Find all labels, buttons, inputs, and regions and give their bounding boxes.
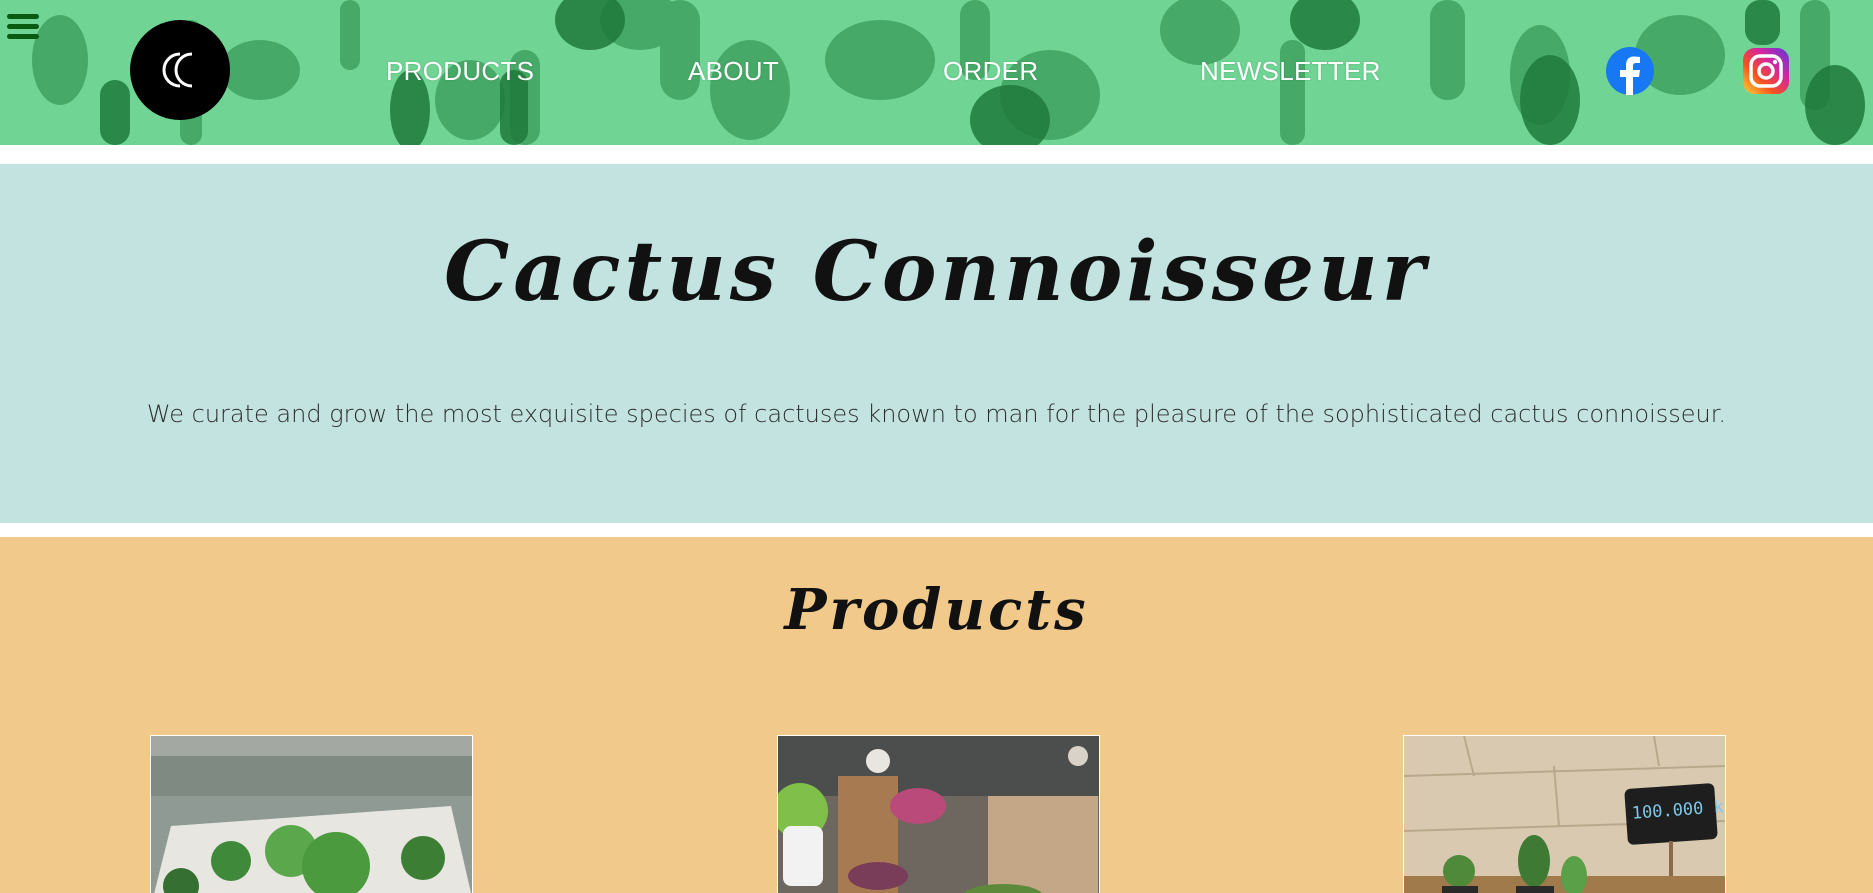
site-logo[interactable] [130, 20, 230, 120]
product-card-3[interactable]: 100.000 kiP [1403, 735, 1726, 893]
products-title: Products [784, 577, 1089, 643]
cactus-price-sign-photo: 100.000 kiP [1404, 736, 1725, 893]
nav-about-link[interactable]: ABOUT [688, 56, 779, 87]
hero-section: Cactus Connoisseur We curate and grow th… [0, 164, 1873, 523]
plant-shelf-photo [778, 736, 1099, 893]
product-card-2[interactable] [777, 735, 1100, 893]
nav-newsletter-link[interactable]: NEWSLETTER [1200, 56, 1381, 87]
nav-order-link[interactable]: ORDER [943, 56, 1038, 87]
cactus-pot-photo [151, 736, 472, 893]
hero-description: We curate and grow the most exquisite sp… [146, 400, 1727, 428]
hero-title: Cactus Connoisseur [444, 224, 1429, 320]
cactus-pattern-background [0, 0, 1873, 145]
product-card-1[interactable] [150, 735, 473, 893]
products-section: Products 100.000 kiP [0, 537, 1873, 893]
nav-products-link[interactable]: PRODUCTS [386, 56, 534, 87]
facebook-icon[interactable] [1606, 47, 1654, 95]
hamburger-menu-icon[interactable] [7, 14, 39, 44]
instagram-icon[interactable] [1742, 47, 1790, 95]
site-header: PRODUCTS ABOUT ORDER NEWSLETTER [0, 0, 1873, 145]
logo-cc-mark [162, 52, 193, 88]
